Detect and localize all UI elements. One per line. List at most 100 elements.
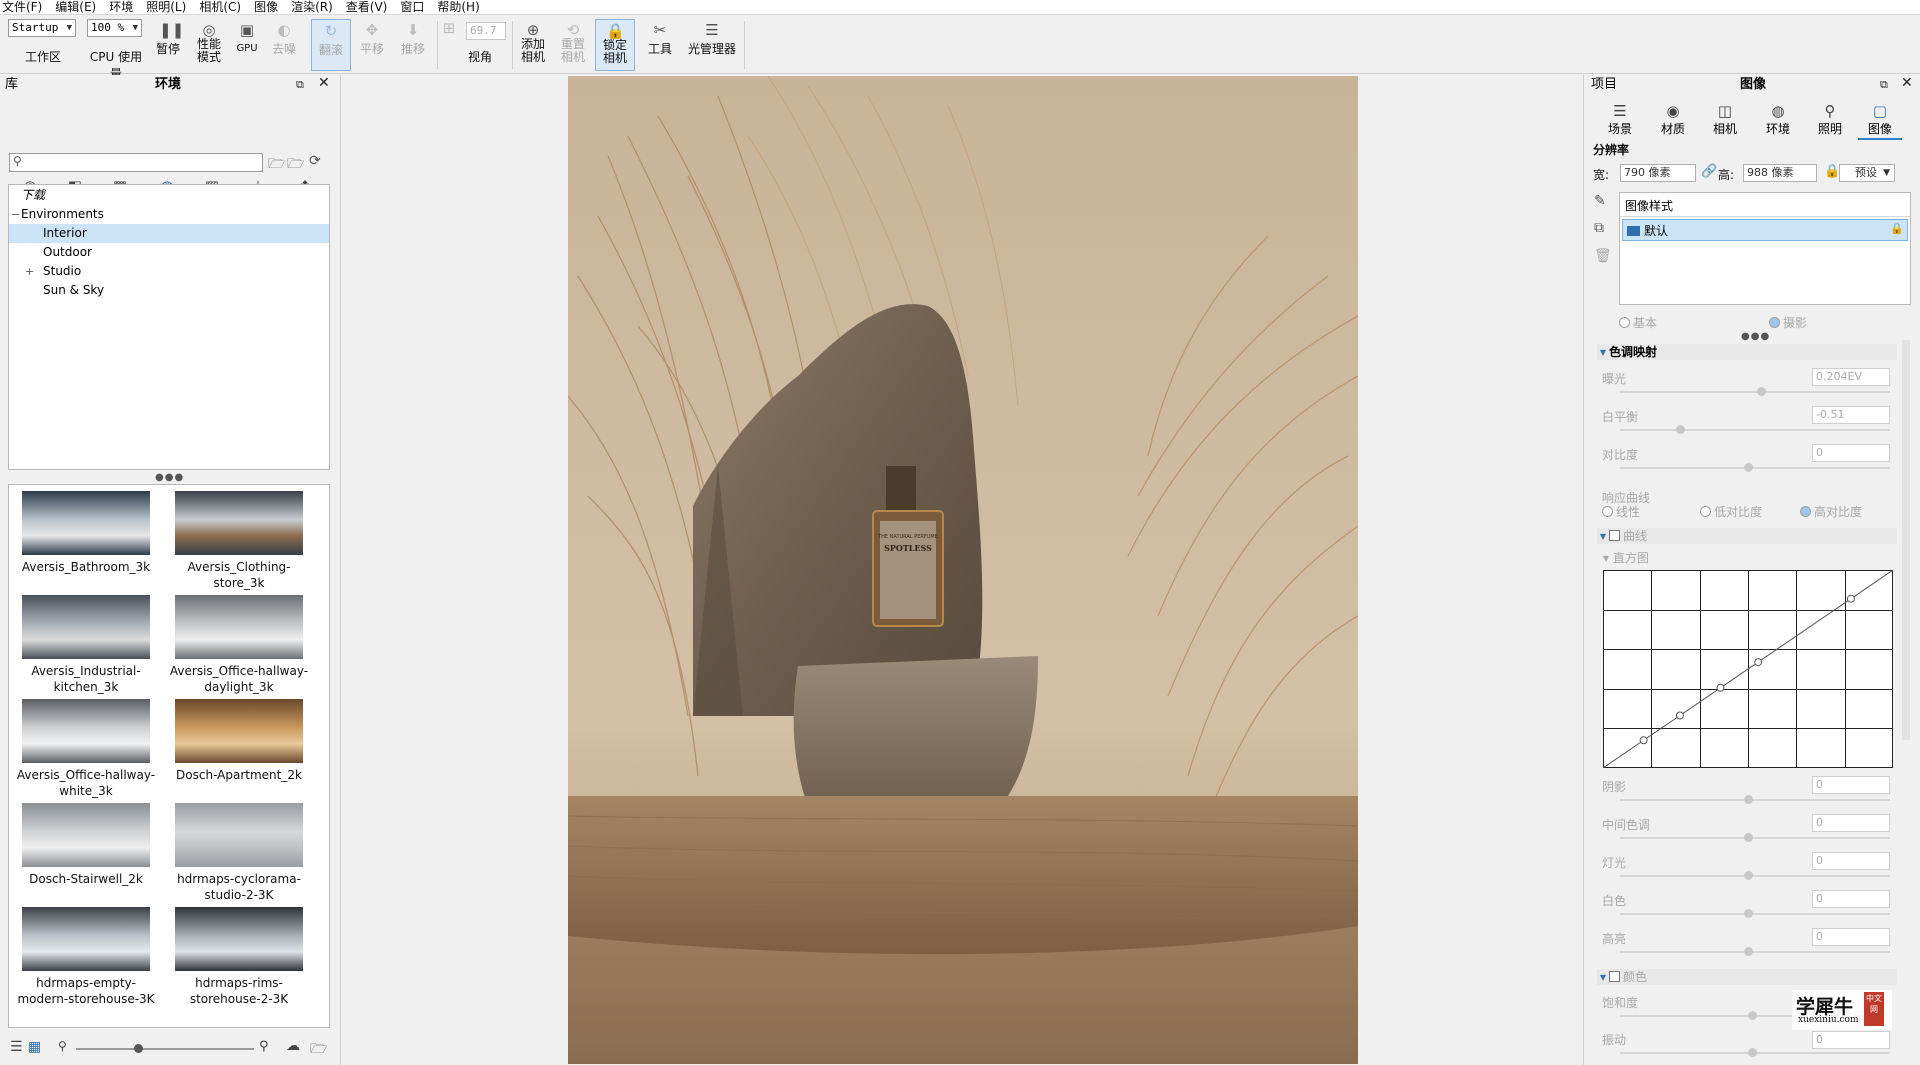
undock-icon[interactable]: ⧉ <box>296 75 304 94</box>
environment-thumbnail[interactable]: hdrmaps-cyclorama-studio-2-3K <box>165 799 313 903</box>
environment-thumbnail[interactable]: Dosch-Stairwell_2k <box>12 799 160 903</box>
project-tab-3[interactable]: ◍ 环境 <box>1756 102 1800 140</box>
denoise-button[interactable]: ◐ 去噪 <box>266 19 302 71</box>
color-checkbox[interactable] <box>1609 971 1621 982</box>
slider-knob[interactable] <box>1744 833 1753 842</box>
highlight-slider[interactable] <box>1620 947 1890 956</box>
zoom-in-icon[interactable]: ⚲ <box>259 1039 269 1054</box>
vibrance-input[interactable]: 0 <box>1812 1031 1890 1049</box>
expand-icon[interactable]: − <box>11 205 20 224</box>
expand-icon[interactable]: + <box>25 262 34 281</box>
tone-mapping-header[interactable]: ▾ 色调映射 <box>1597 344 1897 360</box>
menu-item[interactable]: 相机(C) <box>199 0 241 15</box>
slider-knob[interactable] <box>1744 463 1753 472</box>
light-input[interactable]: 0 <box>1812 852 1890 870</box>
color-header[interactable]: ▾ 颜色 <box>1597 969 1897 985</box>
curve-editor-graph[interactable] <box>1603 570 1893 768</box>
cloud-download-icon[interactable]: ☁ <box>286 1038 300 1054</box>
curve-high-contrast-radio[interactable]: 高对比度 <box>1800 503 1862 520</box>
slider-knob[interactable] <box>1744 795 1753 804</box>
menu-item[interactable]: 文件(F) <box>2 0 42 15</box>
exposure-input[interactable]: 0.204EV <box>1812 368 1890 386</box>
tumble-button[interactable]: ↻ 翻滚 <box>311 19 351 71</box>
midtone-input[interactable]: 0 <box>1812 814 1890 832</box>
shadow-input[interactable]: 0 <box>1812 776 1890 794</box>
duplicate-style-icon[interactable]: ⧉ <box>1594 220 1604 236</box>
zoom-out-icon[interactable]: ⚲ <box>58 1039 67 1053</box>
gpu-button[interactable]: ▣ GPU <box>233 19 261 71</box>
environment-thumbnail[interactable]: Aversis_Office-hallway-daylight_3k <box>165 591 313 695</box>
white-balance-slider[interactable] <box>1620 425 1890 434</box>
white-balance-input[interactable]: -0.51 <box>1812 406 1890 424</box>
slider-knob[interactable] <box>1744 909 1753 918</box>
height-input[interactable]: 988 像素 <box>1743 164 1817 182</box>
pan-button[interactable]: ✥ 平移 <box>356 19 388 71</box>
mode-photo-radio[interactable]: 摄影 <box>1769 314 1807 331</box>
environment-thumbnail[interactable]: Aversis_Bathroom_3k <box>12 487 160 591</box>
scrollbar[interactable] <box>1902 340 1910 740</box>
link-aspect-icon[interactable]: 🔗 <box>1701 164 1717 179</box>
fov-input[interactable]: 69.7 <box>466 22 506 40</box>
delete-style-icon[interactable]: 🗑 <box>1594 248 1612 264</box>
white-input[interactable]: 0 <box>1812 890 1890 908</box>
slider-knob[interactable] <box>1744 947 1753 956</box>
workspace-dropdown[interactable]: Startup ▼ <box>8 19 76 37</box>
curves-header[interactable]: ▾ 曲线 <box>1597 528 1897 544</box>
grid-view-icon[interactable]: ▦ <box>28 1039 41 1055</box>
project-tab-1[interactable]: ◉ 材质 <box>1651 102 1695 140</box>
slider-knob[interactable] <box>134 1044 143 1053</box>
performance-mode-button[interactable]: ◎ 性能 模式 <box>191 19 227 71</box>
curve-point[interactable] <box>1639 736 1648 745</box>
lock-resolution-icon[interactable]: 🔒 <box>1824 164 1840 179</box>
menu-item[interactable]: 编辑(E) <box>55 0 96 15</box>
tree-item[interactable]: 下载 <box>9 186 329 205</box>
lock-camera-button[interactable]: 🔒 锁定 相机 <box>595 19 635 71</box>
menu-item[interactable]: 渲染(R) <box>291 0 333 15</box>
curve-point[interactable] <box>1716 683 1725 692</box>
slider-knob[interactable] <box>1676 425 1685 434</box>
tree-item[interactable]: Sun & Sky <box>9 281 329 300</box>
mode-basic-radio[interactable]: 基本 <box>1619 314 1657 331</box>
preset-dropdown[interactable]: 预设 ▼ <box>1839 164 1895 182</box>
thumbnail-size-slider[interactable] <box>76 1044 254 1053</box>
slider-knob[interactable] <box>1744 871 1753 880</box>
add-camera-button[interactable]: ⊕ 添加 相机 <box>517 19 549 71</box>
menu-item[interactable]: 照明(L) <box>146 0 186 15</box>
contrast-input[interactable]: 0 <box>1812 444 1890 462</box>
menu-item[interactable]: 图像 <box>254 0 278 15</box>
list-view-icon[interactable]: ☰ <box>10 1039 23 1055</box>
environment-thumbnail[interactable]: Aversis_Industrial-kitchen_3k <box>12 591 160 695</box>
shadow-slider[interactable] <box>1620 795 1890 804</box>
curve-low-contrast-radio[interactable]: 低对比度 <box>1700 503 1762 520</box>
width-input[interactable]: 790 像素 <box>1620 164 1696 182</box>
highlight-input[interactable]: 0 <box>1812 928 1890 946</box>
tree-item[interactable]: Interior <box>9 224 329 243</box>
curve-linear-radio[interactable]: 线性 <box>1602 503 1640 520</box>
close-icon[interactable]: ✕ <box>318 74 330 93</box>
splitter-handle[interactable]: ●●● <box>1741 331 1770 342</box>
vibrance-slider[interactable] <box>1620 1048 1890 1057</box>
curve-point[interactable] <box>1754 658 1763 667</box>
white-slider[interactable] <box>1620 909 1890 918</box>
environment-thumbnail[interactable]: hdrmaps-rims-storehouse-2-3K <box>165 903 313 1007</box>
folder-icon[interactable]: 🗁 <box>310 1038 327 1062</box>
environment-thumbnail[interactable]: hdrmaps-empty-modern-storehouse-3K <box>12 903 160 1007</box>
menu-item[interactable]: 窗口 <box>400 0 424 15</box>
close-icon[interactable]: ✕ <box>1901 74 1913 93</box>
project-tab-5[interactable]: ▢ 图像 <box>1858 102 1902 140</box>
tree-item[interactable]: Outdoor <box>9 243 329 262</box>
environment-thumbnail[interactable]: Aversis_Office-hallway-white_3k <box>12 695 160 799</box>
menu-item[interactable]: 帮助(H) <box>437 0 479 15</box>
reset-camera-button[interactable]: ⟲ 重置 相机 <box>557 19 589 71</box>
folder-add-icon[interactable]: 🗁 <box>287 153 304 177</box>
library-search-input[interactable]: ⚲ <box>9 153 263 172</box>
folder-open-icon[interactable]: 🗁 <box>268 153 285 177</box>
contrast-slider[interactable] <box>1620 463 1890 472</box>
light-slider[interactable] <box>1620 871 1890 880</box>
tree-item[interactable]: + Studio <box>9 262 329 281</box>
curve-point[interactable] <box>1846 594 1855 603</box>
curve-point[interactable] <box>1675 711 1684 720</box>
splitter-handle[interactable]: ●●● <box>155 472 184 483</box>
tools-button[interactable]: ✂ 工具 <box>645 19 675 71</box>
render-image[interactable]: THE NATURAL PERFUME SPOTLESS <box>568 76 1358 1064</box>
